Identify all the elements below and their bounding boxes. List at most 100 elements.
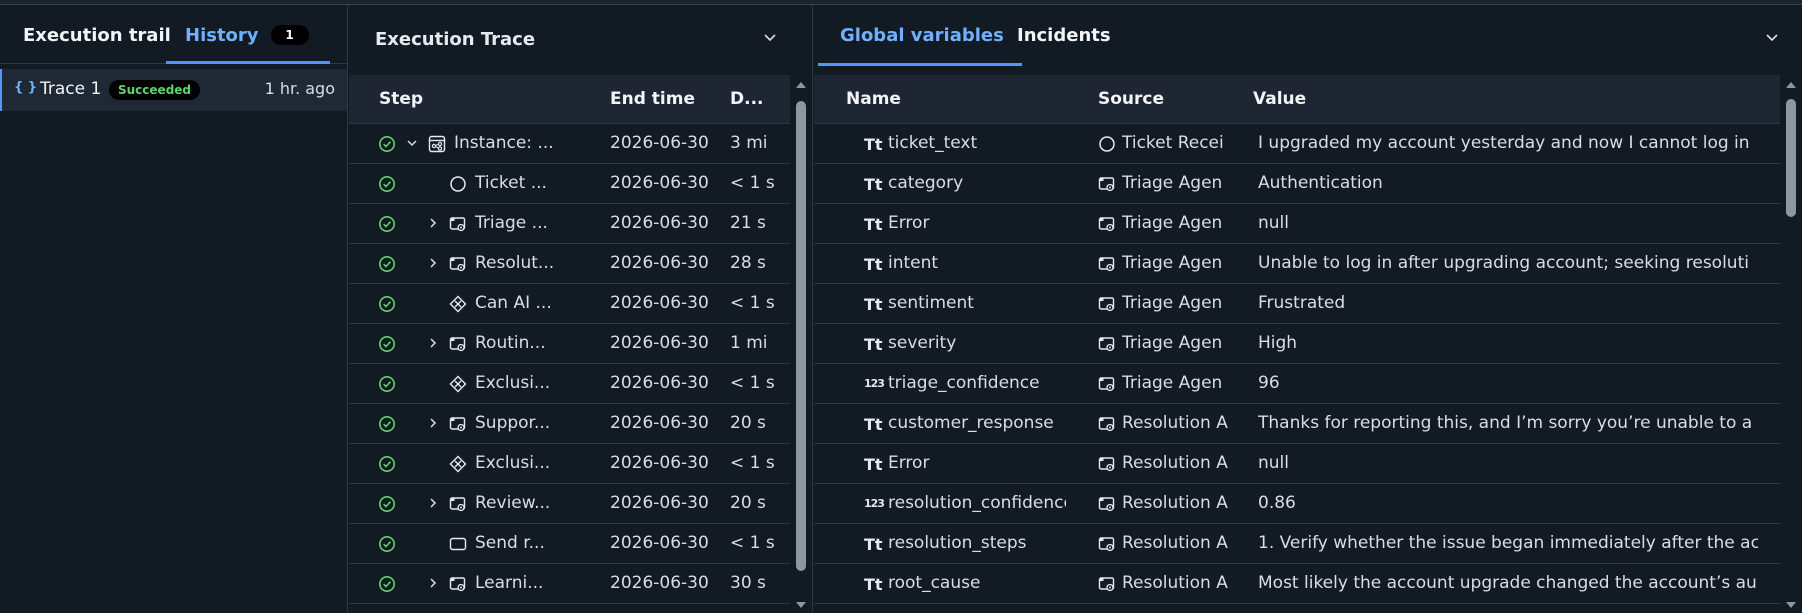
left-tabs: Execution trail History 1 [0,5,347,64]
agent-task-icon [449,415,467,433]
tab-execution-trail[interactable]: Execution trail [23,5,171,63]
chevron-down-icon[interactable] [760,28,780,48]
table-row[interactable]: Exclusi... 2026-06-30 < 1 s [349,364,790,404]
table-row[interactable]: Tt Error Triage Agen null [814,204,1780,244]
tab-incidents[interactable]: Incidents [1017,5,1111,63]
start-event-icon [449,175,467,193]
variable-value: Thanks for reporting this, and I’m sorry… [1258,413,1753,433]
table-row[interactable]: 123 resolution_confidence Resolution A 0.86 [814,484,1780,524]
chevron-right-icon[interactable] [426,496,440,510]
history-panel: Execution trail History 1 { } Trace 1 Suc… [0,5,348,613]
table-row[interactable]: Tt resolution_steps Resolution A 1. Verify … [814,524,1780,564]
variable-source: Resolution A [1122,413,1228,433]
table-row[interactable]: Resolut... 2026-06-30 28 s [349,244,790,284]
table-row[interactable]: Learni... 2026-06-30 30 s [349,564,790,604]
chevron-down-icon[interactable] [1762,28,1782,48]
variables-table-body: Tt ticket_text Ticket Recei I upgraded my a… [814,124,1780,604]
table-row[interactable]: Review... 2026-06-30 20 s [349,484,790,524]
task-icon [449,535,467,553]
table-row[interactable]: Tt root_cause Resolution A Most likely the … [814,564,1780,604]
chevron-down-icon[interactable] [405,136,419,150]
duration: < 1 s [730,533,775,553]
column-header-value[interactable]: Value [1253,75,1306,124]
column-header-duration[interactable]: D... [730,75,790,124]
success-check-icon [378,255,396,273]
tab-label: Execution trail [23,25,171,46]
tab-global-variables[interactable]: Global variables [818,5,1022,66]
trace-table-header: Step End time D... [349,75,790,124]
step-label: Exclusi... [475,373,551,393]
scroll-thumb[interactable] [796,101,806,571]
success-check-icon [378,455,396,473]
trace-list-item[interactable]: { } Trace 1 Succeeded 1 hr. ago [0,69,347,111]
agent-task-icon [1098,455,1116,473]
tab-history[interactable]: History 1 [166,5,330,64]
chevron-right-icon[interactable] [426,256,440,270]
tab-label: Incidents [1017,25,1111,46]
table-row[interactable]: Routin... 2026-06-30 1 mi [349,324,790,364]
text-type-icon: Tt [864,575,883,594]
end-time: 2026-06-30 [610,213,709,233]
trace-time: 1 hr. ago [264,79,335,98]
variable-value: null [1258,453,1289,473]
agent-task-icon [449,255,467,273]
success-check-icon [378,295,396,313]
variables-scrollbar[interactable] [1780,75,1802,613]
table-row[interactable]: Instance: ... 2026-06-30 3 mi [349,124,790,164]
right-tabs: Global variables Incidents [814,5,1802,66]
duration: 30 s [730,573,766,593]
variable-name: sentiment [888,293,974,313]
process-instance-icon [428,135,446,153]
variable-value: Unable to log in after upgrading account… [1258,253,1749,273]
table-row[interactable]: Send r... 2026-06-30 < 1 s [349,524,790,564]
chevron-right-icon[interactable] [426,336,440,350]
chevron-right-icon[interactable] [426,576,440,590]
column-header-name[interactable]: Name [846,75,901,124]
table-row[interactable]: Ticket ... 2026-06-30 < 1 s [349,164,790,204]
agent-task-icon [1098,375,1116,393]
table-row[interactable]: Triage ... 2026-06-30 21 s [349,204,790,244]
execution-trace-panel: Execution Trace Step End time D... Insta… [349,5,813,613]
column-header-end-time[interactable]: End time [610,75,695,124]
variable-name: Error [888,213,930,233]
step-label: Ticket ... [475,173,547,193]
chevron-right-icon[interactable] [426,216,440,230]
agent-task-icon [449,215,467,233]
table-row[interactable]: 123 triage_confidence Triage Agen 96 [814,364,1780,404]
panel-title: Execution Trace [375,29,536,50]
table-row[interactable]: Tt sentiment Triage Agen Frustrated [814,284,1780,324]
duration: < 1 s [730,453,775,473]
table-row[interactable]: Tt intent Triage Agen Unable to log in afte… [814,244,1780,284]
chevron-right-icon[interactable] [426,416,440,430]
success-check-icon [378,375,396,393]
table-row[interactable]: Tt severity Triage Agen High [814,324,1780,364]
table-row[interactable]: Suppor... 2026-06-30 20 s [349,404,790,444]
variable-value: 96 [1258,373,1280,393]
scroll-thumb[interactable] [1786,99,1796,217]
success-check-icon [378,135,396,153]
end-time: 2026-06-30 [610,413,709,433]
table-row[interactable]: Tt ticket_text Ticket Recei I upgraded my a… [814,124,1780,164]
end-time: 2026-06-30 [610,493,709,513]
text-type-icon: Tt [864,255,883,274]
duration: 20 s [730,413,766,433]
column-header-source[interactable]: Source [1098,75,1164,124]
step-label: Learni... [475,573,544,593]
agent-task-icon [449,575,467,593]
step-label: Can AI ... [475,293,552,313]
variable-source: Ticket Recei [1122,133,1224,153]
text-type-icon: Tt [864,215,883,234]
variable-name: category [888,173,964,193]
table-row[interactable]: Tt category Triage Agen Authentication [814,164,1780,204]
end-time: 2026-06-30 [610,173,709,193]
table-row[interactable]: Can AI ... 2026-06-30 < 1 s [349,284,790,324]
column-header-step[interactable]: Step [379,75,423,124]
success-check-icon [378,535,396,553]
end-time: 2026-06-30 [610,533,709,553]
trace-scrollbar[interactable] [790,75,812,613]
table-row[interactable]: Tt Error Resolution A null [814,444,1780,484]
table-row[interactable]: Tt customer_response Resolution A Thanks fo… [814,404,1780,444]
step-label: Exclusi... [475,453,551,473]
table-row[interactable]: Exclusi... 2026-06-30 < 1 s [349,444,790,484]
agent-task-icon [1098,335,1116,353]
